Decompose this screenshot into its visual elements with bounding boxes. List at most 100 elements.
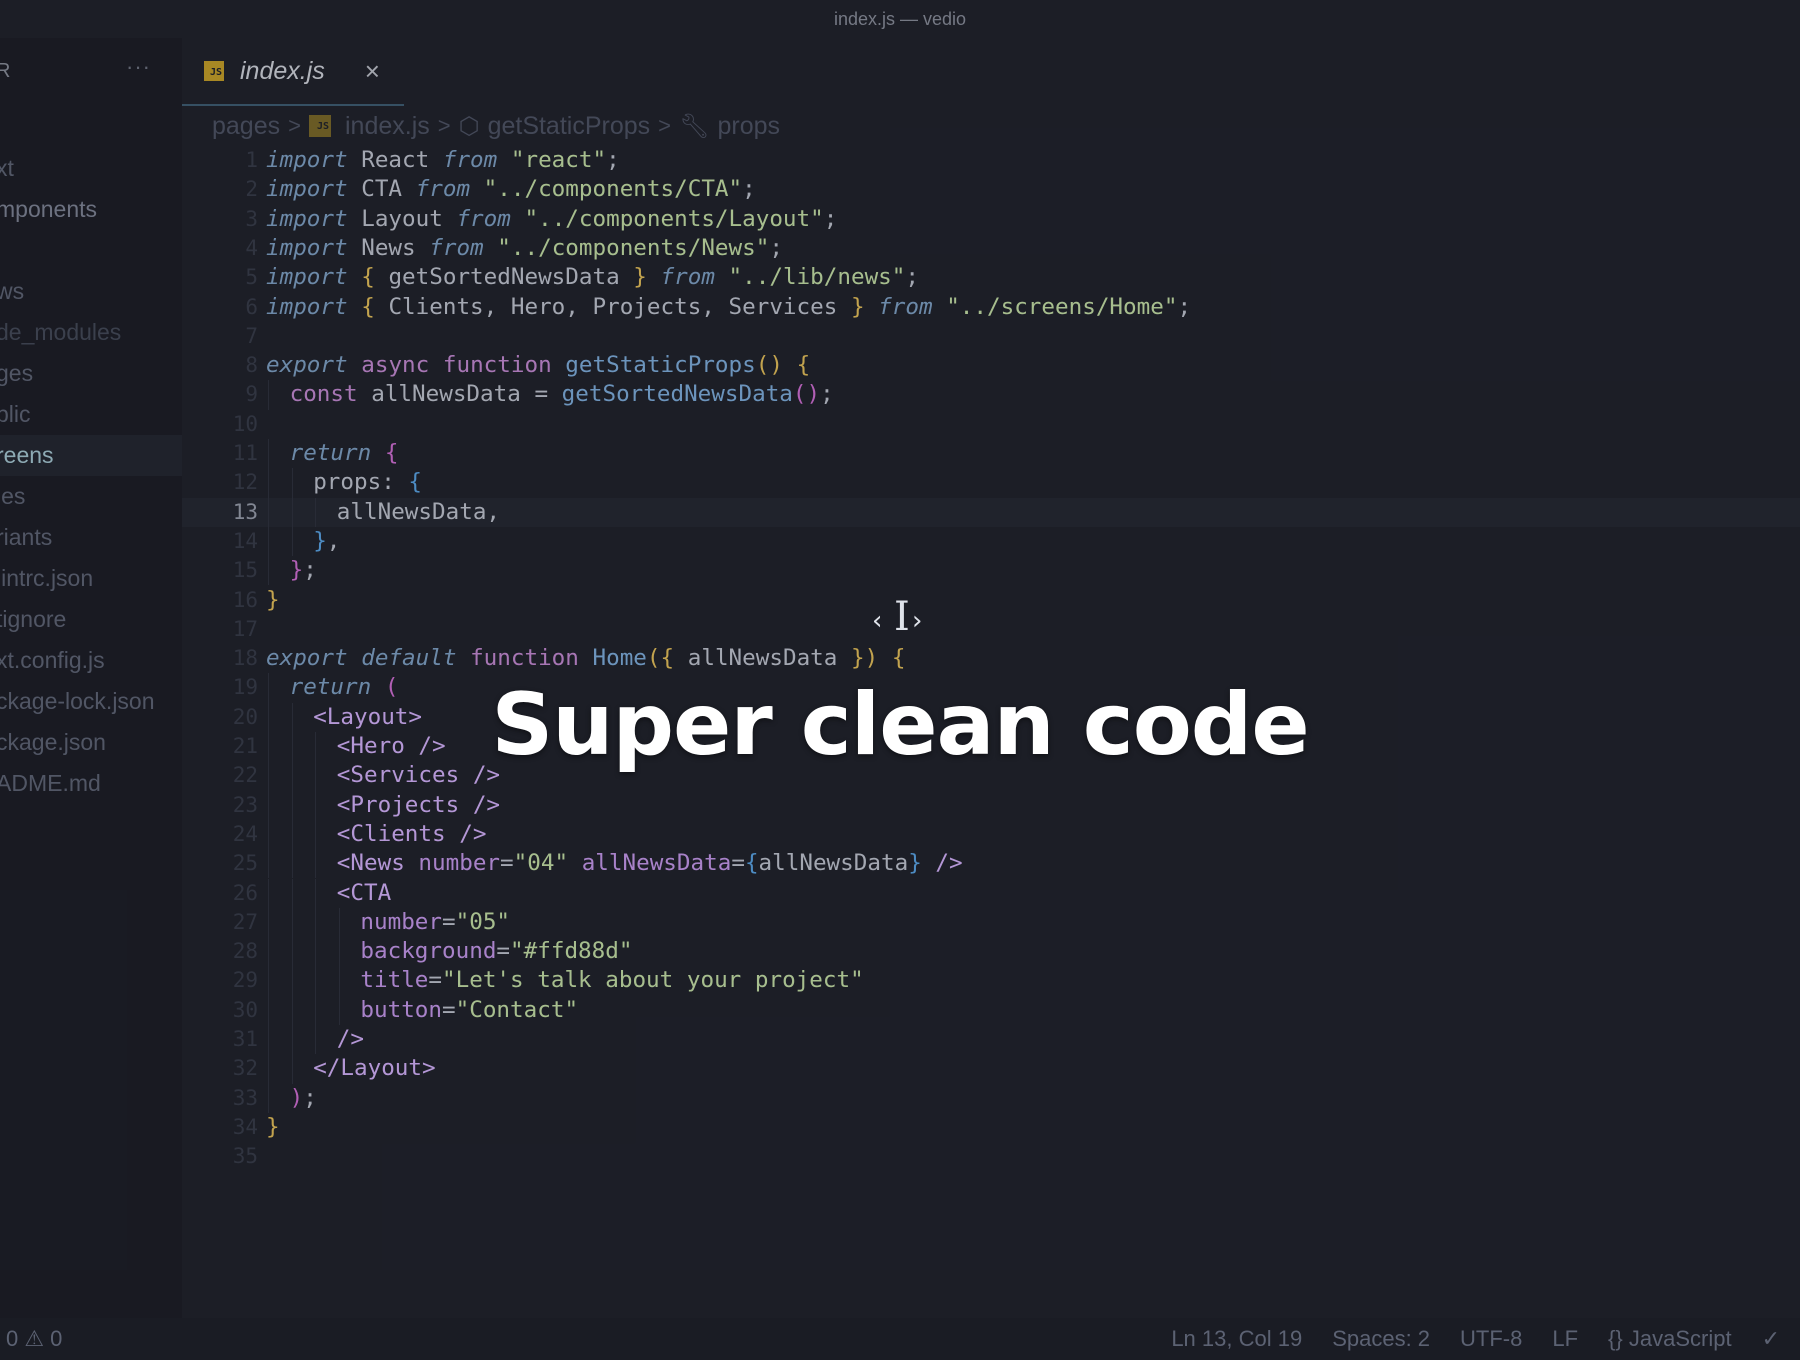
tab-index-js[interactable]: JS index.js × (182, 38, 404, 106)
tree-item[interactable]: reens (0, 435, 182, 476)
code-token: ; (823, 205, 838, 232)
tree-item[interactable]: ges (0, 353, 182, 394)
code-line[interactable]: 6 import { Clients, Hero, Projects, Servi… (182, 293, 1800, 322)
tree-item[interactable]: lintrc.json (0, 558, 182, 599)
line-number: 11 (232, 441, 258, 465)
tree-item[interactable] (0, 230, 182, 271)
code-line[interactable]: 30 button="Contact" (182, 995, 1800, 1025)
code-line[interactable]: 8 export async function getStaticProps() … (182, 351, 1800, 380)
code-line[interactable]: 11 return { (182, 439, 1800, 469)
cursor-position[interactable]: Ln 13, Col 19 (1171, 1318, 1302, 1360)
cube-symbol-icon: ⬡ (458, 112, 480, 140)
code-line[interactable]: 35 (182, 1142, 1800, 1171)
code-token: from (456, 205, 511, 232)
indent-guide (291, 468, 293, 498)
code-line[interactable]: 13 allNewsData, (182, 497, 1800, 527)
code-line[interactable]: 3 import Layout from "../components/Layou… (182, 205, 1800, 234)
code-token: background (360, 938, 497, 965)
tree-item-label: de_modules (0, 319, 122, 345)
code-line[interactable]: 27 number="05" (182, 907, 1800, 938)
more-actions-icon[interactable]: ··· (126, 54, 151, 80)
breadcrumb-folder[interactable]: pages (212, 112, 280, 141)
code-text: import React from "react"; (266, 146, 620, 175)
code-line[interactable]: 18 export default function Home({ allNews… (182, 644, 1800, 673)
code-line[interactable]: 23 <Projects /> (182, 790, 1800, 820)
problems-indicator[interactable]: 0 ⚠ 0 (6, 1318, 62, 1360)
code-line[interactable]: 26 <CTA (182, 878, 1800, 908)
indent-guide (291, 1025, 293, 1055)
code-line[interactable]: 1 import React from "react"; (182, 146, 1800, 175)
line-number: 30 (232, 997, 258, 1022)
indent-guide (291, 497, 293, 527)
indent-guide (268, 907, 269, 938)
code-token: = (731, 850, 745, 877)
line-number: 3 (245, 206, 258, 231)
indent-guide (291, 526, 293, 557)
tree-item[interactable]: les (0, 476, 182, 517)
code-token: "04" (513, 850, 569, 877)
code-line[interactable]: 12 props: { (182, 468, 1800, 498)
line-ending[interactable]: LF (1552, 1318, 1578, 1360)
code-line[interactable]: 31 /> (182, 1025, 1800, 1055)
code-token: } (289, 557, 304, 584)
code-line[interactable]: 4 import News from "../components/News"; (182, 234, 1800, 263)
code-token: "../screens/Home" (946, 293, 1178, 320)
indentation[interactable]: Spaces: 2 (1332, 1318, 1430, 1360)
code-line[interactable]: 10 (182, 410, 1800, 439)
indent-guide (315, 907, 317, 938)
code-line[interactable]: 16} (182, 586, 1800, 615)
code-line[interactable]: 33); (182, 1083, 1800, 1113)
close-icon[interactable]: × (365, 56, 380, 87)
code-token: ; (303, 1084, 317, 1111)
code-token: <Projects /> (336, 791, 501, 818)
indent-guide (268, 966, 269, 996)
code-line[interactable]: 2 import CTA from "../components/CTA"; (182, 175, 1800, 204)
tree-item[interactable]: mponents (0, 189, 182, 230)
code-token: from (442, 147, 498, 173)
breadcrumb-file[interactable]: index.js (345, 112, 430, 141)
code-token: <Clients /> (336, 820, 487, 847)
tree-item[interactable]: riants (0, 517, 182, 558)
line-number: 34 (232, 1114, 258, 1139)
code-line[interactable]: 9 const allNewsData = getSortedNewsData()… (182, 380, 1800, 410)
code-line[interactable]: 28 background="#ffd88d" (182, 937, 1800, 967)
code-line[interactable]: 29 title="Let's talk about your project" (182, 966, 1800, 996)
tree-item[interactable]: blic (0, 394, 182, 435)
code-token: { (384, 440, 399, 466)
code-token: ; (1177, 293, 1192, 320)
code-text: import Layout from "../components/Layout… (266, 205, 837, 234)
code-token: function (470, 645, 579, 672)
tree-item-label: reens (0, 442, 54, 468)
code-line[interactable]: 32 </Layout> (182, 1054, 1800, 1084)
code-line[interactable]: 15}; (182, 556, 1800, 586)
js-file-icon: JS (308, 115, 331, 137)
code-line[interactable]: 34} (182, 1113, 1800, 1142)
encoding[interactable]: UTF-8 (1460, 1318, 1522, 1360)
code-line[interactable]: 5 import { getSortedNewsData } from "../l… (182, 263, 1800, 292)
tree-item[interactable]: ws (0, 271, 182, 312)
code-token: import (266, 147, 348, 173)
js-file-icon: JS (204, 61, 224, 81)
indent-guide (268, 497, 269, 527)
code-text: background="#ffd88d" (360, 937, 632, 966)
tree-item-label: xt (0, 155, 14, 181)
breadcrumb-symbol[interactable]: getStaticProps (488, 112, 651, 141)
indent-guide (291, 907, 293, 938)
tree-item[interactable]: tignore (0, 599, 182, 640)
breadcrumb-prop[interactable]: props (717, 112, 780, 141)
language-mode[interactable]: {} JavaScript (1608, 1318, 1732, 1360)
code-line[interactable]: 14}, (182, 526, 1800, 557)
code-line[interactable]: 24 <Clients /> (182, 819, 1800, 850)
tree-item[interactable]: de_modules (0, 312, 182, 353)
code-text: title="Let's talk about your project" (360, 966, 863, 995)
code-line[interactable]: 25 <News number="04" allNewsData={allNews… (182, 849, 1800, 879)
tab-label: index.js (240, 56, 325, 85)
code-line[interactable]: 17 (182, 615, 1800, 644)
check-icon[interactable]: ✓ (1762, 1318, 1780, 1360)
tree-item[interactable]: xt (0, 148, 182, 189)
code-line[interactable]: 7 (182, 322, 1800, 351)
